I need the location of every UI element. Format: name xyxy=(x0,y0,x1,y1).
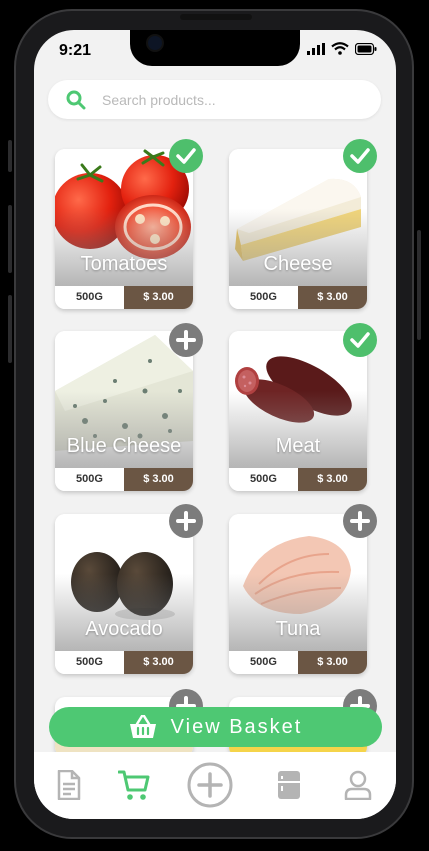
search-input[interactable] xyxy=(100,90,344,109)
product-price: $ 3.00 xyxy=(298,651,367,674)
wifi-icon xyxy=(331,42,349,55)
plus-circle-icon xyxy=(187,762,233,808)
add-to-basket-button[interactable] xyxy=(169,504,203,538)
plus-icon xyxy=(350,511,370,531)
product-name: Tuna xyxy=(275,618,321,640)
basket-icon xyxy=(129,715,156,738)
product-card-tuna[interactable]: Tuna 500G $ 3.00 xyxy=(229,514,367,674)
product-card-avocado[interactable]: Avocado 500G $ 3.00 xyxy=(55,514,193,674)
side-button xyxy=(8,205,12,273)
product-price: $ 3.00 xyxy=(124,468,193,491)
product-weight: 500G xyxy=(55,651,124,674)
product-card-meat[interactable]: Meat 500G $ 3.00 xyxy=(229,331,367,491)
added-check-button[interactable] xyxy=(343,139,377,173)
product-price: $ 3.00 xyxy=(298,286,367,309)
product-price: $ 3.00 xyxy=(124,651,193,674)
side-button xyxy=(417,230,421,340)
document-icon xyxy=(57,770,81,800)
product-card-blue-cheese[interactable]: Blue Cheese 500G $ 3.00 xyxy=(55,331,193,491)
side-button xyxy=(8,295,12,363)
fridge-icon xyxy=(278,771,300,799)
add-to-basket-button[interactable] xyxy=(169,323,203,357)
nav-documents[interactable] xyxy=(56,768,82,802)
speaker xyxy=(180,14,252,20)
product-card-cheese[interactable]: Cheese 500G $ 3.00 xyxy=(229,149,367,309)
product-weight: 500G xyxy=(55,286,124,309)
nav-add[interactable] xyxy=(187,762,233,808)
check-icon xyxy=(350,148,370,164)
status-time: 9:21 xyxy=(59,42,92,59)
battery-icon xyxy=(355,42,377,55)
add-to-basket-button[interactable] xyxy=(343,504,377,538)
view-basket-button[interactable]: View Basket xyxy=(49,707,382,747)
check-icon xyxy=(176,148,196,164)
signal-icon xyxy=(307,42,325,55)
product-name: Tomatoes xyxy=(80,253,168,275)
product-weight: 500G xyxy=(229,286,298,309)
product-name: Blue Cheese xyxy=(66,435,182,457)
product-weight: 500G xyxy=(55,468,124,491)
plus-icon xyxy=(176,330,196,350)
added-check-button[interactable] xyxy=(169,139,203,173)
user-icon xyxy=(344,770,372,800)
product-name: Avocado xyxy=(85,618,163,640)
product-name: Cheese xyxy=(263,253,333,275)
product-price: $ 3.00 xyxy=(124,286,193,309)
product-weight: 500G xyxy=(229,651,298,674)
added-check-button[interactable] xyxy=(343,323,377,357)
product-name: Meat xyxy=(275,435,321,457)
status-icons xyxy=(307,42,377,55)
cart-icon xyxy=(118,770,150,800)
product-weight: 500G xyxy=(229,468,298,491)
search-bar[interactable] xyxy=(48,80,381,119)
plus-icon xyxy=(176,511,196,531)
side-button xyxy=(8,140,12,172)
product-price: $ 3.00 xyxy=(298,468,367,491)
front-camera xyxy=(146,34,164,52)
view-basket-label: View Basket xyxy=(170,715,303,738)
search-icon xyxy=(66,90,86,109)
nav-profile[interactable] xyxy=(344,768,372,802)
product-card-tomatoes[interactable]: Tomatoes 500G $ 3.00 xyxy=(55,149,193,309)
check-icon xyxy=(350,332,370,348)
nav-cart[interactable] xyxy=(117,768,151,802)
nav-fridge[interactable] xyxy=(276,768,302,802)
